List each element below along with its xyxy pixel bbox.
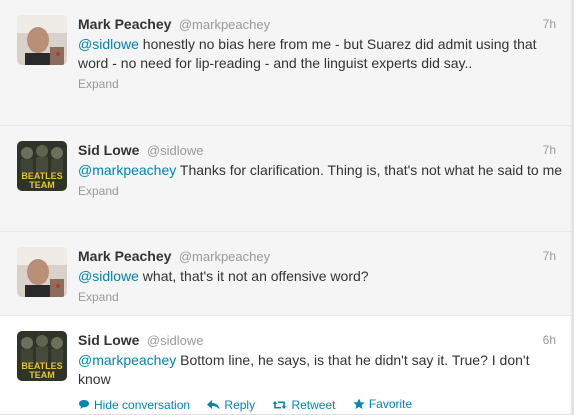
tweet-timestamp[interactable]: 7h xyxy=(543,141,556,159)
tweet-item[interactable]: BEATLES TEAM Sid Lowe @sidlowe 6h @markp… xyxy=(0,316,574,415)
tweet-item[interactable]: Mark Peachey @markpeachey 7h @sidlowe ho… xyxy=(0,0,574,126)
retweet-icon xyxy=(272,400,287,410)
avatar-text-bottom: TEAM xyxy=(29,370,55,380)
author-fullname[interactable]: Sid Lowe xyxy=(78,332,139,348)
mention-link[interactable]: @markpeachey xyxy=(78,162,176,178)
tweet-timestamp[interactable]: 7h xyxy=(543,15,556,33)
tweet-timestamp[interactable]: 7h xyxy=(543,247,556,265)
tweet-body: what, that's it not an offensive word? xyxy=(138,268,369,284)
reply-arrow-icon xyxy=(207,400,220,410)
tweet-body: honestly no bias here from me - but Suar… xyxy=(78,36,537,71)
author-username[interactable]: @sidlowe xyxy=(147,333,204,348)
mention-link[interactable]: @sidlowe xyxy=(78,268,139,284)
favorite-label: Favorite xyxy=(368,397,413,411)
tweet-text: @sidlowe what, that's it not an offensiv… xyxy=(78,267,564,286)
author-fullname[interactable]: Sid Lowe xyxy=(78,142,139,158)
avatar[interactable] xyxy=(17,15,67,65)
expand-link[interactable]: Expand xyxy=(78,183,556,199)
author-fullname[interactable]: Mark Peachey xyxy=(78,16,171,32)
tweet-timeline: Mark Peachey @markpeachey 7h @sidlowe ho… xyxy=(0,0,574,415)
tweet-text: @sidlowe honestly no bias here from me -… xyxy=(78,35,564,73)
hide-conversation-button[interactable]: Hide conversation xyxy=(78,397,190,413)
favorite-button[interactable]: Favorite xyxy=(353,396,412,412)
mention-link[interactable]: @sidlowe xyxy=(78,36,139,52)
tweet-header: Mark Peachey @markpeachey xyxy=(78,15,556,33)
avatar[interactable]: BEATLES TEAM xyxy=(17,141,67,191)
avatar[interactable] xyxy=(17,247,67,297)
reply-label: Reply xyxy=(224,398,256,412)
tweet-text: @markpeachey Bottom line, he says, is th… xyxy=(78,351,564,389)
reply-button[interactable]: Reply xyxy=(207,397,255,413)
author-username[interactable]: @markpeachey xyxy=(179,17,270,32)
avatar[interactable]: BEATLES TEAM xyxy=(17,331,67,381)
tweet-timestamp[interactable]: 6h xyxy=(543,331,556,349)
tweet-body: Thanks for clarification. Thing is, that… xyxy=(176,162,563,178)
author-username[interactable]: @sidlowe xyxy=(147,143,204,158)
tweet-text: @markpeachey Thanks for clarification. T… xyxy=(78,161,564,180)
star-icon xyxy=(353,398,365,410)
author-username[interactable]: @markpeachey xyxy=(179,249,270,264)
tweet-actions: Hide conversation Reply Retweet Favorite xyxy=(78,396,556,414)
expand-link[interactable]: Expand xyxy=(78,76,556,92)
tweet-header: Sid Lowe @sidlowe xyxy=(78,331,556,349)
author-fullname[interactable]: Mark Peachey xyxy=(78,248,171,264)
retweet-label: Retweet xyxy=(291,398,336,412)
hide-conversation-label: Hide conversation xyxy=(94,397,191,412)
expand-link[interactable]: Expand xyxy=(78,289,556,305)
tweet-item[interactable]: Mark Peachey @markpeachey 7h @sidlowe wh… xyxy=(0,232,574,316)
retweet-button[interactable]: Retweet xyxy=(272,397,335,413)
tweet-item[interactable]: BEATLES TEAM Sid Lowe @sidlowe 7h @markp… xyxy=(0,126,574,232)
mention-link[interactable]: @markpeachey xyxy=(78,352,176,368)
speech-bubble-icon xyxy=(78,399,90,410)
avatar-text-bottom: TEAM xyxy=(29,180,55,190)
tweet-header: Sid Lowe @sidlowe xyxy=(78,141,556,159)
tweet-header: Mark Peachey @markpeachey xyxy=(78,247,556,265)
